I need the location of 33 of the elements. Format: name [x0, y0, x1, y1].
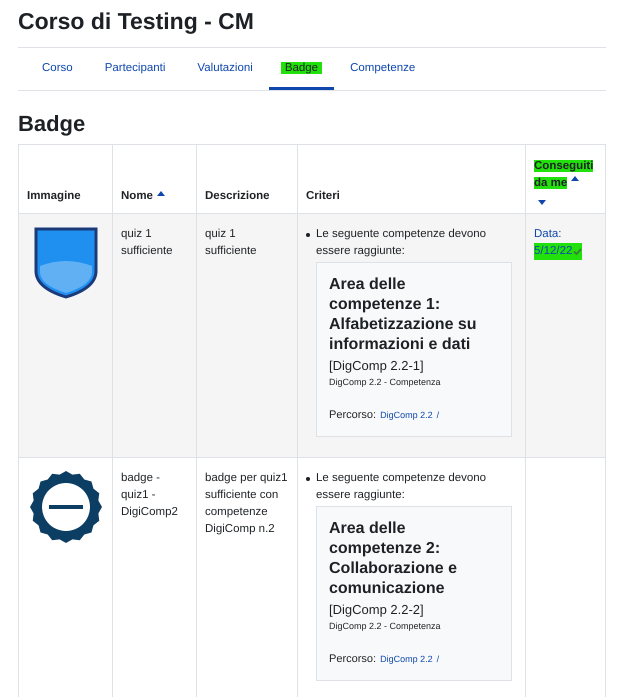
nav-tab[interactable]: Partecipanti — [88, 48, 182, 90]
path-label: Percorso: — [329, 652, 376, 667]
nav-tab[interactable]: Corso — [26, 48, 89, 90]
path-link[interactable]: DigComp 2.2 — [380, 650, 433, 668]
criteria-text: Le seguente competenze devono essere raggiunte: — [316, 226, 488, 259]
column-header[interactable]: Nome — [112, 144, 196, 214]
path-link[interactable]: DigComp 2.2 — [380, 406, 433, 424]
column-header[interactable]: Immagine — [18, 144, 112, 214]
competency-code: [DigComp 2.2-2] — [329, 600, 425, 618]
check-icon — [573, 248, 582, 255]
table-cell: quiz 1 sufficiente — [112, 213, 196, 458]
competency-code: [DigComp 2.2-1] — [329, 356, 425, 374]
path-separator: / — [436, 408, 440, 422]
framework-label: DigComp 2.2 - Competenza — [329, 376, 442, 389]
nav-tab[interactable]: Valutazioni — [181, 48, 269, 90]
column-header[interactable]: Descrizione — [196, 144, 298, 214]
course-title: Corso di Testing - CM — [18, 4, 606, 48]
nav-tab[interactable]: Badge — [268, 48, 334, 90]
competency-title: Area delle competenze 1: Alfabetizzazione su informazioni e dati — [329, 274, 478, 355]
criteria-text: Le seguente competenze devono essere raggiunte: — [316, 470, 488, 503]
path-label: Percorso: — [329, 408, 376, 423]
section-title: Badge — [18, 110, 86, 138]
nav-tab[interactable]: Competenze — [334, 48, 432, 90]
bullet-icon — [306, 232, 310, 237]
competency-title: Area delle competenze 2: Collaborazione e comunicazione — [329, 518, 458, 599]
path-separator: / — [436, 652, 440, 666]
column-header[interactable]: Conseguiti da me — [526, 144, 606, 214]
bullet-icon — [306, 476, 310, 481]
framework-label: DigComp 2.2 - Competenza — [329, 620, 442, 633]
earned-date: 5/12/22 — [534, 242, 582, 260]
date-label: Data: — [534, 226, 562, 242]
column-header[interactable]: Criteri — [298, 144, 526, 214]
table-cell: quiz 1 sufficiente — [196, 213, 298, 458]
